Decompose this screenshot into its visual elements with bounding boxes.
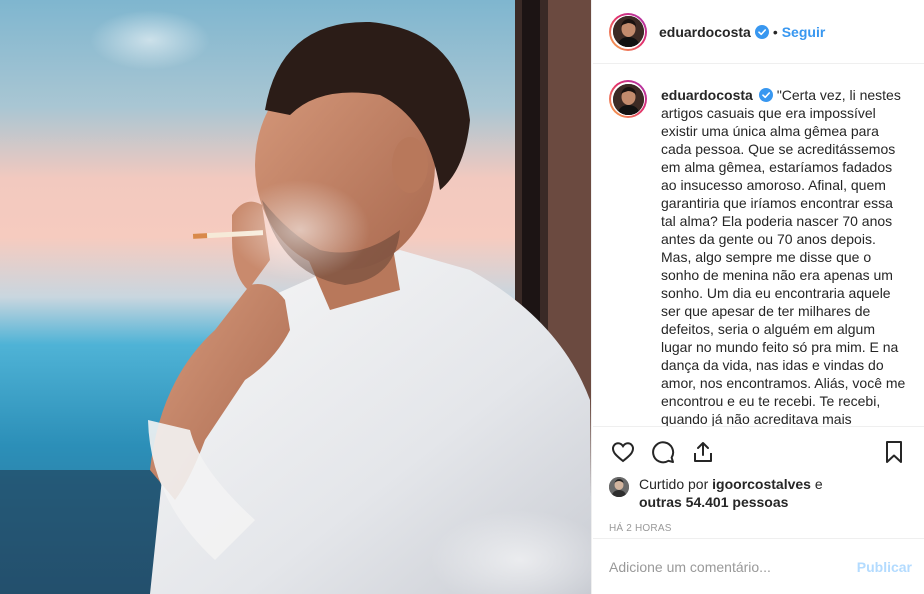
follow-button[interactable]: Seguir [782,24,826,40]
action-bar [609,427,908,477]
liker-username[interactable]: igoorcostalves [712,476,811,492]
post-side-panel: eduardocosta • Seguir eduardocosta "Cert… [593,0,924,594]
post-author-username[interactable]: eduardocosta [659,24,751,40]
caption-avatar[interactable] [609,80,647,118]
verified-badge-icon [758,88,773,102]
comment-input[interactable] [609,558,857,575]
caption-text: eduardocosta "Certa vez, li nestes artigo… [661,86,908,426]
avatar[interactable] [609,12,647,51]
avatar-image [612,83,644,115]
verified-badge-icon [754,24,769,39]
avatar-image [609,477,629,497]
like-button[interactable] [609,438,637,466]
likes-conjunction: e [814,476,823,492]
avatar-image [612,16,644,47]
caption-section: eduardocosta "Certa vez, li nestes artigo… [593,64,924,426]
comment-button[interactable] [649,438,677,466]
liker-avatar[interactable] [609,477,629,497]
heart-icon [611,442,635,463]
caption-username[interactable]: eduardocosta [661,87,753,103]
share-icon [694,442,712,462]
save-button[interactable] [880,438,908,466]
man-smoking-photo [0,0,591,594]
post-header: eduardocosta • Seguir [593,0,924,64]
post-photo[interactable] [0,0,592,594]
likes-prefix: Curtido por [639,476,709,492]
comment-icon [652,441,675,464]
share-button[interactable] [689,438,717,466]
likes-text: Curtido por igoorcostalves e outras 54.4… [639,475,823,511]
bookmark-icon [886,441,902,463]
likes-others-count[interactable]: outras 54.401 pessoas [639,494,788,510]
comment-form: Publicar [593,538,924,594]
caption-body: "Certa vez, li nestes artigos casuais qu… [661,87,906,426]
likes-summary: Curtido por igoorcostalves e outras 54.4… [609,475,908,511]
post-actions-section: Curtido por igoorcostalves e outras 54.4… [593,426,924,546]
separator-dot: • [772,23,778,40]
publish-comment-button[interactable]: Publicar [857,559,912,575]
